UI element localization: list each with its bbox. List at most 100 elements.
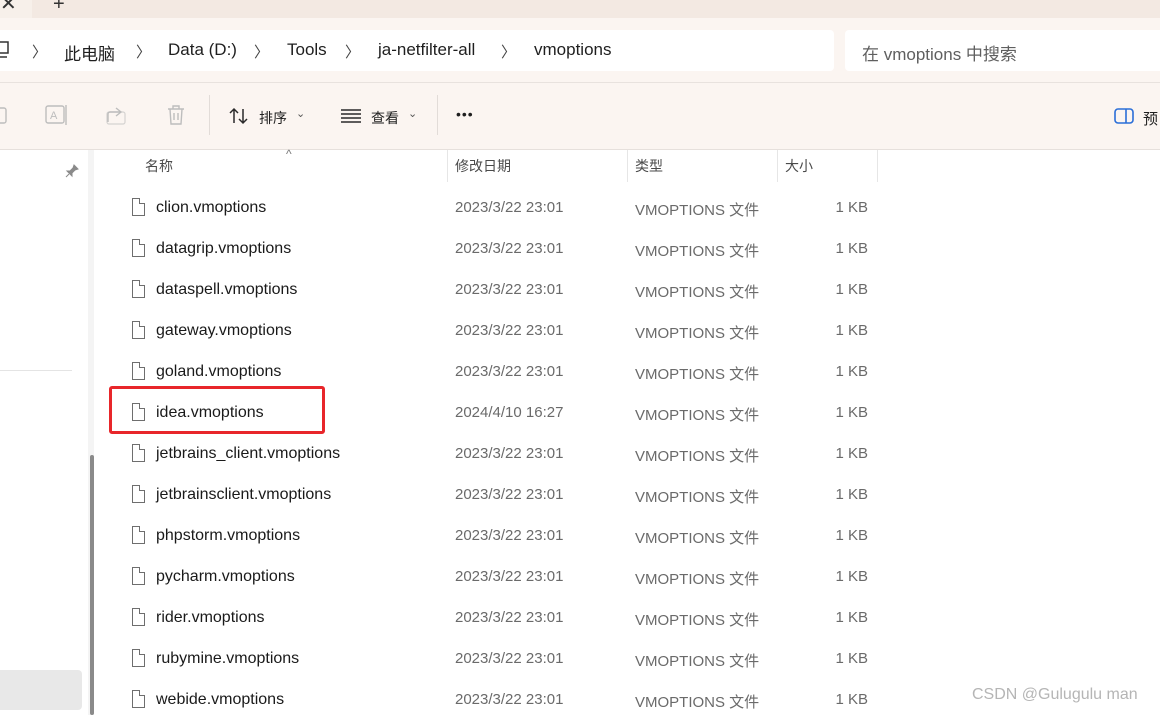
file-name: rubymine.vmoptions: [156, 650, 300, 667]
file-row[interactable]: rubymine.vmoptions 2023/3/22 23:01 VMOPT…: [116, 638, 878, 679]
column-header-name[interactable]: 名称 ^: [116, 147, 446, 184]
column-header-size[interactable]: 大小: [778, 150, 876, 184]
file-row[interactable]: dataspell.vmoptions 2023/3/22 23:01 VMOP…: [116, 269, 878, 310]
file-type: VMOPTIONS 文件: [635, 489, 760, 506]
search-placeholder: 在 vmoptions 中搜索: [862, 45, 1017, 64]
toolbar-divider: [209, 95, 210, 135]
rename-icon[interactable]: A: [45, 104, 69, 126]
breadcrumb-chevron-icon[interactable]: 〉: [136, 41, 151, 62]
sort-ascending-icon: ^: [286, 147, 292, 161]
file-icon: [132, 485, 145, 503]
breadcrumb-chevron-icon[interactable]: 〉: [345, 41, 360, 62]
breadcrumb-chevron-icon[interactable]: 〉: [254, 41, 269, 62]
tab-strip: [0, 0, 1160, 18]
chevron-down-icon: ⌄: [296, 108, 306, 120]
file-icon: [132, 198, 145, 216]
file-modified: 2023/3/22 23:01: [455, 363, 564, 380]
file-name: clion.vmoptions: [156, 199, 267, 216]
file-type: VMOPTIONS 文件: [635, 694, 760, 711]
file-name: rider.vmoptions: [156, 609, 265, 626]
new-tab-button[interactable]: +: [53, 0, 65, 14]
delete-icon[interactable]: [165, 104, 187, 126]
copy-icon[interactable]: [0, 106, 8, 126]
file-size: 1 KB: [835, 322, 868, 339]
file-modified: 2023/3/22 23:01: [455, 445, 564, 462]
column-header-modified[interactable]: 修改日期: [448, 150, 626, 184]
view-button[interactable]: 查看 ⌄: [338, 100, 422, 132]
more-options-button[interactable]: •••: [456, 106, 474, 122]
sort-button[interactable]: 排序 ⌄: [226, 100, 310, 132]
breadcrumb-item-vmoptions[interactable]: vmoptions: [534, 40, 611, 60]
toolbar-divider: [437, 95, 438, 135]
sort-label: 排序: [259, 110, 287, 126]
file-name: dataspell.vmoptions: [156, 281, 298, 298]
file-name: jetbrains_client.vmoptions: [156, 445, 341, 462]
share-icon[interactable]: [105, 104, 129, 126]
preview-button-label[interactable]: 预: [1143, 108, 1158, 129]
file-row[interactable]: pycharm.vmoptions 2023/3/22 23:01 VMOPTI…: [116, 556, 878, 597]
column-header-size-label: 大小: [785, 158, 813, 174]
breadcrumb-chevron-icon[interactable]: 〉: [501, 41, 516, 62]
file-name: jetbrainsclient.vmoptions: [156, 486, 332, 503]
file-icon: [132, 526, 145, 544]
file-icon: [132, 239, 145, 257]
highlight-annotation-box: [109, 386, 325, 434]
file-row[interactable]: rider.vmoptions 2023/3/22 23:01 VMOPTION…: [116, 597, 878, 638]
file-modified: 2024/4/10 16:27: [455, 404, 564, 421]
file-size: 1 KB: [835, 404, 868, 421]
file-icon: [132, 362, 145, 380]
file-size: 1 KB: [835, 240, 868, 257]
file-size: 1 KB: [835, 199, 868, 216]
column-header-name-label: 名称: [145, 158, 173, 174]
watermark: CSDN @Gulugulu man: [972, 686, 1138, 703]
file-icon: [132, 608, 145, 626]
file-modified: 2023/3/22 23:01: [455, 322, 564, 339]
file-name: pycharm.vmoptions: [156, 568, 295, 585]
computer-icon: [0, 41, 9, 58]
file-type: VMOPTIONS 文件: [635, 407, 760, 424]
file-modified: 2023/3/22 23:01: [455, 650, 564, 667]
file-icon: [132, 321, 145, 339]
navigation-selected-item[interactable]: [0, 670, 82, 710]
navigation-scrollbar-thumb[interactable]: [90, 455, 94, 715]
column-header-type[interactable]: 类型: [628, 150, 776, 184]
file-modified: 2023/3/22 23:01: [455, 281, 564, 298]
file-name: goland.vmoptions: [156, 363, 282, 380]
file-type: VMOPTIONS 文件: [635, 448, 760, 465]
file-row[interactable]: webide.vmoptions 2023/3/22 23:01 VMOPTIO…: [116, 674, 878, 715]
file-icon: [132, 444, 145, 462]
file-row[interactable]: clion.vmoptions 2023/3/22 23:01 VMOPTION…: [116, 187, 878, 228]
breadcrumb-item-ja-netfilter-all[interactable]: ja-netfilter-all: [378, 40, 475, 60]
file-name: datagrip.vmoptions: [156, 240, 292, 257]
preview-pane-icon[interactable]: [1114, 107, 1136, 125]
column-divider[interactable]: [877, 150, 878, 182]
file-row[interactable]: gateway.vmoptions 2023/3/22 23:01 VMOPTI…: [116, 310, 878, 351]
file-size: 1 KB: [835, 281, 868, 298]
breadcrumb-item-tools[interactable]: Tools: [287, 40, 327, 60]
file-row[interactable]: phpstorm.vmoptions 2023/3/22 23:01 VMOPT…: [116, 515, 878, 556]
file-modified: 2023/3/22 23:01: [455, 691, 564, 708]
navigation-divider: [0, 370, 72, 371]
file-icon: [132, 280, 145, 298]
file-row[interactable]: datagrip.vmoptions 2023/3/22 23:01 VMOPT…: [116, 228, 878, 269]
file-row[interactable]: jetbrains_client.vmoptions 2023/3/22 23:…: [116, 433, 878, 474]
file-size: 1 KB: [835, 486, 868, 503]
file-icon: [132, 567, 145, 585]
chevron-down-icon: ⌄: [408, 108, 418, 120]
file-type: VMOPTIONS 文件: [635, 612, 760, 629]
file-modified: 2023/3/22 23:01: [455, 199, 564, 216]
svg-text:A: A: [50, 110, 58, 122]
breadcrumb-item-data-drive[interactable]: Data (D:): [168, 40, 237, 60]
file-type: VMOPTIONS 文件: [635, 284, 760, 301]
file-size: 1 KB: [835, 568, 868, 585]
file-modified: 2023/3/22 23:01: [455, 486, 564, 503]
active-tab[interactable]: ✕: [0, 0, 32, 18]
file-size: 1 KB: [835, 609, 868, 626]
file-row[interactable]: jetbrainsclient.vmoptions 2023/3/22 23:0…: [116, 474, 878, 515]
close-icon[interactable]: ✕: [0, 0, 17, 14]
file-modified: 2023/3/22 23:01: [455, 240, 564, 257]
breadcrumb-chevron-icon[interactable]: 〉: [32, 41, 47, 62]
file-icon: [132, 649, 145, 667]
breadcrumb-item-this-pc[interactable]: 此电脑: [64, 40, 115, 65]
file-name: phpstorm.vmoptions: [156, 527, 301, 544]
